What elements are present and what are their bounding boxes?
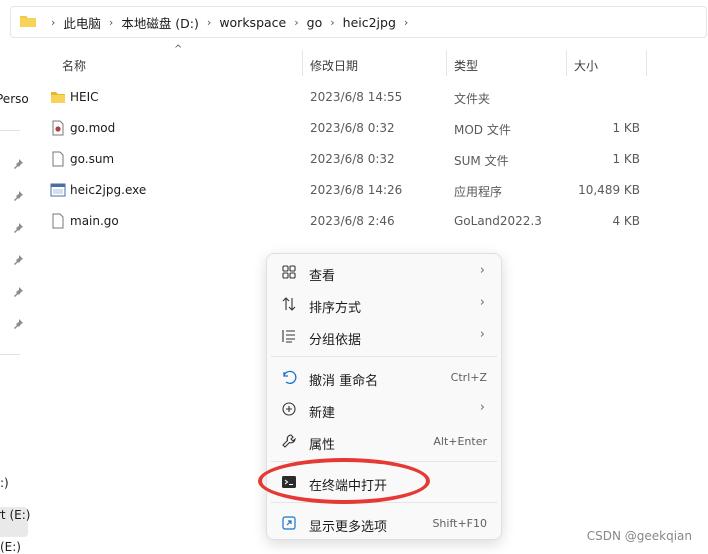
column-header-date[interactable]: 修改日期 xyxy=(310,57,358,74)
file-date: 2023/6/8 14:55 xyxy=(310,90,403,104)
menu-shortcut: Alt+Enter xyxy=(433,435,487,448)
file-name[interactable]: go.mod xyxy=(70,121,115,135)
file-row[interactable]: heic2jpg.exe 2023/6/8 14:26 应用程序 10,489 … xyxy=(44,175,664,206)
menu-item-show-more-options[interactable]: 显示更多选项 Shift+F10 xyxy=(271,508,497,538)
pin-icon xyxy=(14,223,23,233)
nav-item-drive[interactable]: :) xyxy=(0,476,9,490)
file-size: 10,489 KB xyxy=(578,183,640,197)
breadcrumb-item[interactable]: workspace xyxy=(219,15,286,30)
file-type: 文件夹 xyxy=(454,92,491,106)
nav-divider xyxy=(0,354,20,355)
file-type: SUM 文件 xyxy=(454,154,509,168)
watermark: CSDN @geekqian xyxy=(586,529,692,543)
menu-item-properties[interactable]: 属性 Alt+Enter xyxy=(271,426,497,456)
file-row[interactable]: go.sum 2023/6/8 0:32 SUM 文件 1 KB xyxy=(44,144,664,175)
nav-item-personal[interactable]: Perso xyxy=(0,92,29,106)
sort-icon xyxy=(282,297,296,311)
pin-icon xyxy=(14,159,23,169)
chevron-right-icon[interactable]: › xyxy=(207,16,211,29)
file-size: 4 KB xyxy=(612,214,640,228)
menu-item-sort[interactable]: 排序方式 › xyxy=(271,289,497,319)
menu-item-label: 显示更多选项 xyxy=(309,520,388,535)
file-name[interactable]: heic2jpg.exe xyxy=(70,183,146,197)
sort-ascending-icon: ^ xyxy=(174,44,183,55)
new-icon xyxy=(282,402,296,416)
breadcrumb-item[interactable]: heic2jpg xyxy=(343,15,396,30)
file-date: 2023/6/8 14:26 xyxy=(310,183,403,197)
file-name[interactable]: HEIC xyxy=(70,90,99,104)
highlight-annotation xyxy=(258,458,430,504)
undo-icon xyxy=(283,370,297,385)
menu-item-label: 排序方式 xyxy=(309,301,362,316)
chevron-right-icon: › xyxy=(479,263,485,278)
pin-icon xyxy=(14,255,23,265)
menu-item-label: 新建 xyxy=(309,406,336,421)
chevron-right-icon: › xyxy=(479,295,485,310)
chevron-right-icon: › xyxy=(479,400,485,415)
file-icon xyxy=(52,151,64,167)
breadcrumb-item[interactable]: 本地磁盘 (D:) xyxy=(121,13,199,32)
chevron-right-icon: › xyxy=(51,15,56,29)
folder-icon xyxy=(51,92,65,103)
menu-shortcut: Shift+F10 xyxy=(432,517,487,530)
breadcrumb-item[interactable]: go xyxy=(307,15,323,30)
chevron-right-icon[interactable]: › xyxy=(404,16,408,29)
wrench-icon xyxy=(282,434,296,448)
chevron-right-icon[interactable]: › xyxy=(330,16,334,29)
exe-icon xyxy=(50,183,66,197)
expand-icon xyxy=(282,516,296,530)
mod-file-icon xyxy=(52,120,64,136)
column-divider[interactable] xyxy=(566,50,567,76)
pin-icon xyxy=(14,319,23,329)
file-row[interactable]: main.go 2023/6/8 2:46 GoLand2022.3 4 KB xyxy=(44,206,664,237)
menu-item-label: 分组依据 xyxy=(309,333,362,348)
column-divider[interactable] xyxy=(446,50,447,76)
address-bar[interactable]: › 此电脑 › 本地磁盘 (D:) › workspace › go › hei… xyxy=(10,6,707,38)
pin-icon xyxy=(14,191,23,201)
file-type: MOD 文件 xyxy=(454,123,511,137)
menu-shortcut: Ctrl+Z xyxy=(450,371,487,384)
grid-view-icon xyxy=(282,265,296,279)
column-divider[interactable] xyxy=(646,50,647,76)
folder-icon xyxy=(19,14,37,31)
menu-item-label: 查看 xyxy=(309,269,336,284)
file-size: 1 KB xyxy=(612,152,640,166)
breadcrumb-item[interactable]: 此电脑 xyxy=(63,13,101,32)
file-size: 1 KB xyxy=(612,121,640,135)
pin-icon xyxy=(14,287,23,297)
column-header-type[interactable]: 类型 xyxy=(454,57,478,74)
menu-item-label: 撤消 重命名 xyxy=(309,374,379,389)
chevron-right-icon[interactable]: › xyxy=(294,16,298,29)
file-type: GoLand2022.3 xyxy=(454,214,542,228)
group-by-icon xyxy=(282,330,295,343)
file-date: 2023/6/8 2:46 xyxy=(310,214,395,228)
menu-item-group-by[interactable]: 分组依据 › xyxy=(271,321,497,351)
column-header-name[interactable]: 名称 xyxy=(62,57,86,74)
nav-item-drive[interactable]: rt (E:) xyxy=(0,508,30,522)
menu-item-new[interactable]: 新建 › xyxy=(271,394,497,424)
menu-item-label: 属性 xyxy=(309,438,336,453)
chevron-right-icon[interactable]: › xyxy=(109,16,113,29)
file-date: 2023/6/8 0:32 xyxy=(310,121,395,135)
column-header-size[interactable]: 大小 xyxy=(574,57,598,74)
nav-divider xyxy=(0,130,20,131)
navigation-pane: Perso :) rt (E:) (E:) xyxy=(0,40,31,554)
file-row[interactable]: HEIC 2023/6/8 14:55 文件夹 xyxy=(44,82,664,113)
file-date: 2023/6/8 0:32 xyxy=(310,152,395,166)
file-type: 应用程序 xyxy=(454,185,503,199)
menu-separator xyxy=(271,356,497,357)
file-icon xyxy=(52,213,64,229)
nav-item-drive[interactable]: (E:) xyxy=(0,540,21,554)
chevron-right-icon: › xyxy=(479,327,485,342)
file-name[interactable]: main.go xyxy=(70,214,119,228)
file-row[interactable]: go.mod 2023/6/8 0:32 MOD 文件 1 KB xyxy=(44,113,664,144)
menu-item-undo-rename[interactable]: 撤消 重命名 Ctrl+Z xyxy=(271,362,497,392)
column-divider[interactable] xyxy=(302,50,303,76)
menu-separator xyxy=(271,502,497,503)
file-name[interactable]: go.sum xyxy=(70,152,114,166)
menu-item-view[interactable]: 查看 › xyxy=(271,257,497,287)
